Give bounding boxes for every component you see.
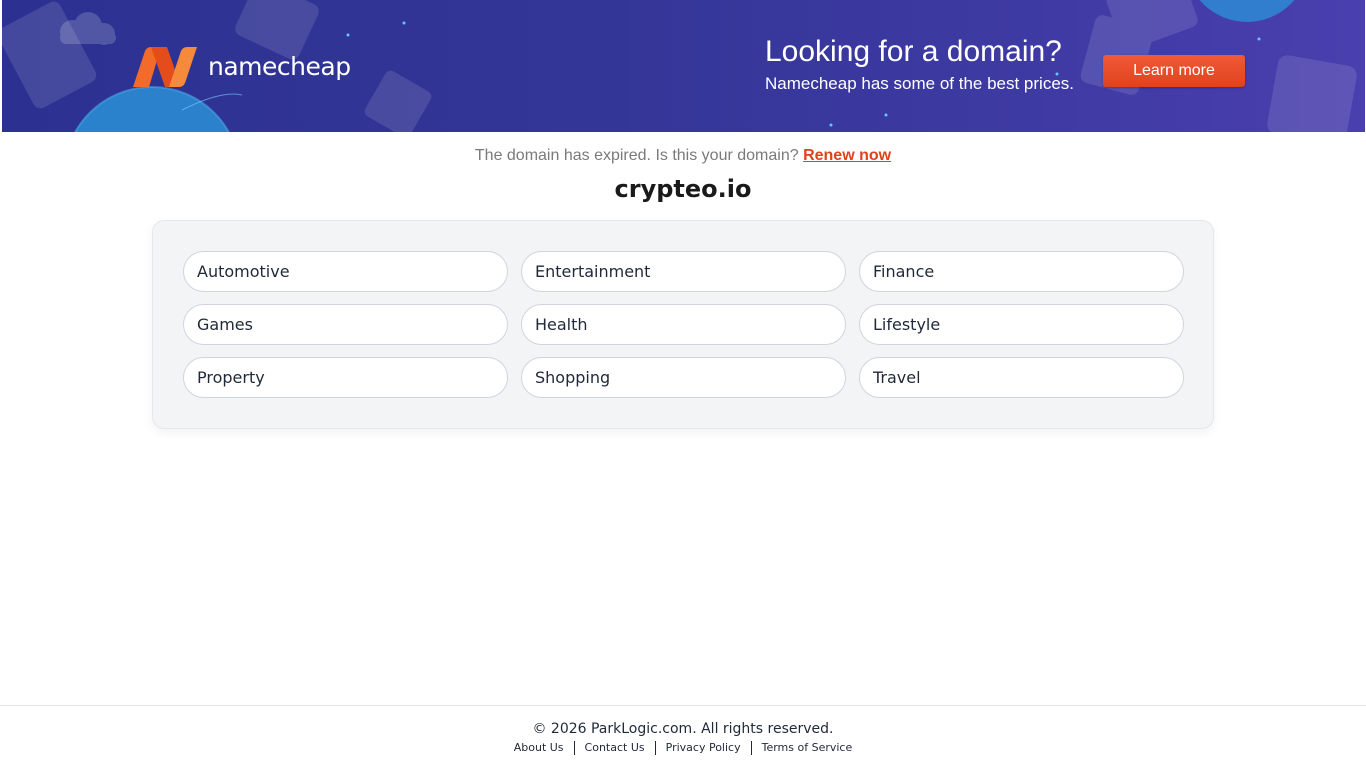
footer-links: About Us Contact Us Privacy Policy Terms… xyxy=(0,741,1366,755)
category-health[interactable]: Health xyxy=(521,304,846,345)
category-automotive[interactable]: Automotive xyxy=(183,251,508,292)
promo-title: Looking for a domain? xyxy=(765,35,1062,68)
learn-more-button[interactable]: Learn more xyxy=(1103,55,1245,87)
category-grid: Automotive Entertainment Finance Games H… xyxy=(183,251,1184,398)
promo-text: Looking for a domain? Namecheap has some… xyxy=(765,34,1074,95)
promo-subtitle: Namecheap has some of the best prices. xyxy=(765,74,1074,93)
privacy-policy-link[interactable]: Privacy Policy xyxy=(666,741,741,755)
footer-separator xyxy=(750,741,752,755)
contact-us-link[interactable]: Contact Us xyxy=(585,741,645,755)
expired-notice: The domain has expired. Is this your dom… xyxy=(0,146,1366,166)
namecheap-logo[interactable]: namecheap xyxy=(131,47,351,87)
renew-now-link[interactable]: Renew now xyxy=(803,147,891,164)
promo-banner: namecheap Looking for a domain? Namechea… xyxy=(2,0,1365,132)
category-entertainment[interactable]: Entertainment xyxy=(521,251,846,292)
about-us-link[interactable]: About Us xyxy=(514,741,564,755)
category-lifestyle[interactable]: Lifestyle xyxy=(859,304,1184,345)
category-panel: Automotive Entertainment Finance Games H… xyxy=(152,220,1214,429)
category-property[interactable]: Property xyxy=(183,357,508,398)
category-games[interactable]: Games xyxy=(183,304,508,345)
copyright-text: © 2026 ParkLogic.com. All rights reserve… xyxy=(532,721,834,737)
terms-of-service-link[interactable]: Terms of Service xyxy=(762,741,853,755)
footer-separator xyxy=(573,741,575,755)
namecheap-n-icon xyxy=(133,47,197,87)
category-finance[interactable]: Finance xyxy=(859,251,1184,292)
domain-name: crypteo.io xyxy=(614,175,752,203)
footer-separator xyxy=(654,741,656,755)
category-shopping[interactable]: Shopping xyxy=(521,357,846,398)
expired-notice-text: The domain has expired. Is this your dom… xyxy=(474,147,799,164)
page-footer: © 2026 ParkLogic.com. All rights reserve… xyxy=(0,705,1366,768)
logo-text: namecheap xyxy=(208,52,351,81)
category-travel[interactable]: Travel xyxy=(859,357,1184,398)
